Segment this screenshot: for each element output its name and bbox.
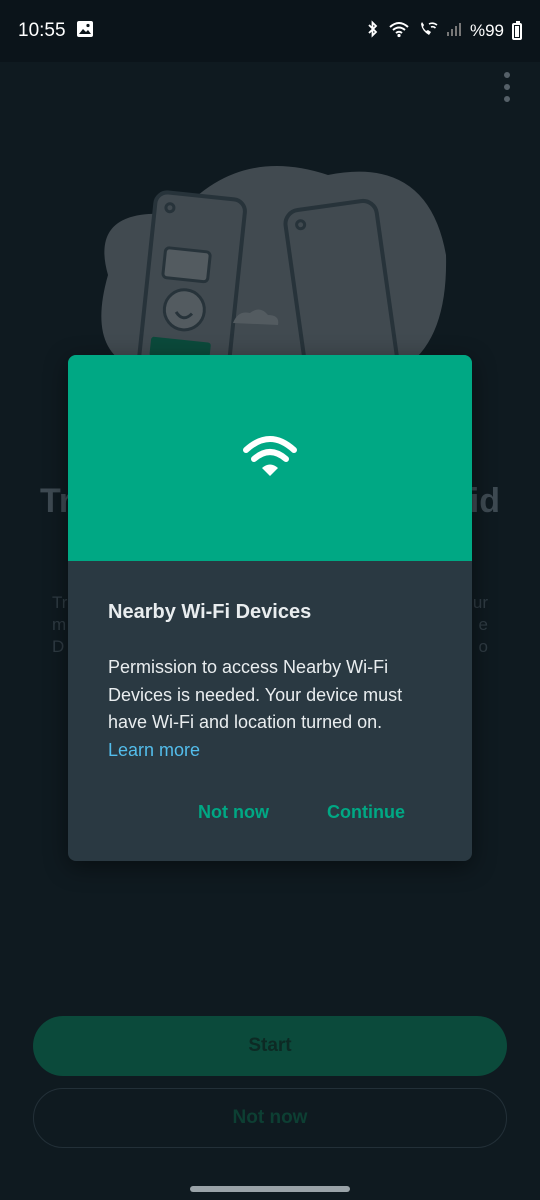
continue-button[interactable]: Continue <box>327 802 405 823</box>
battery-icon <box>512 20 522 40</box>
dialog-message: Permission to access Nearby Wi-Fi Device… <box>108 654 432 764</box>
wifi-calling-icon <box>418 20 438 43</box>
bluetooth-icon <box>366 19 380 43</box>
dialog-actions: Not now Continue <box>68 802 472 823</box>
permission-dialog: Nearby Wi-Fi Devices Permission to acces… <box>68 355 472 861</box>
more-options-icon[interactable] <box>498 72 516 102</box>
background-not-now-button[interactable]: Not now <box>33 1088 507 1148</box>
status-time: 10:55 <box>18 20 66 41</box>
battery-percent: %99 <box>469 21 504 40</box>
status-bar: 10:55 %99 <box>0 0 540 62</box>
transfer-illustration <box>88 165 448 391</box>
signal-icon <box>446 21 462 42</box>
dialog-header <box>68 355 472 561</box>
learn-more-link[interactable]: Learn more <box>108 737 432 765</box>
not-now-button[interactable]: Not now <box>198 802 269 823</box>
home-indicator[interactable] <box>190 1186 350 1192</box>
dialog-title: Nearby Wi-Fi Devices <box>108 601 312 623</box>
wifi-icon <box>242 434 298 483</box>
gallery-icon <box>76 20 94 43</box>
wifi-status-icon <box>388 20 410 43</box>
start-button[interactable]: Start <box>33 1016 507 1076</box>
